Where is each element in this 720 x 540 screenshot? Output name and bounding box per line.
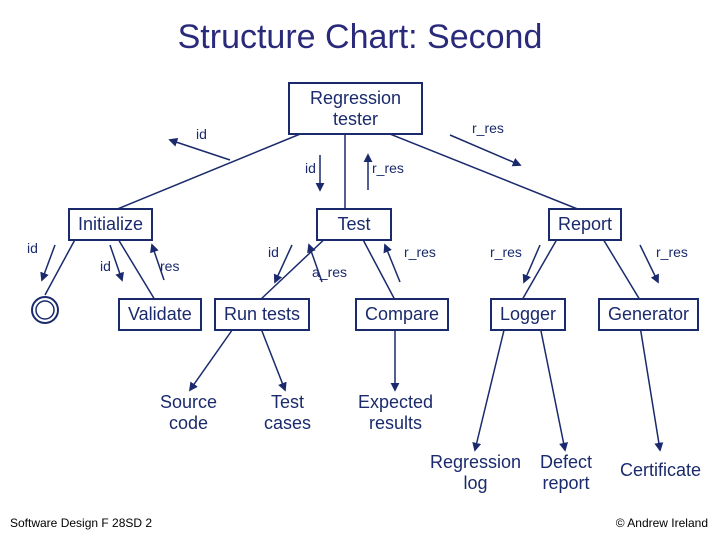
label-id-2: id [305,160,316,176]
box-compare: Compare [355,298,449,331]
box-generator: Generator [598,298,699,331]
text-regression-log: Regression log [430,452,521,494]
box-report: Report [548,208,622,241]
footer-right: © Andrew Ireland [616,516,708,530]
label-res-1: res [160,258,179,274]
label-id-1: id [196,126,207,142]
label-rres-4: r_res [490,244,522,260]
box-regression-tester: Regression tester [288,82,423,135]
label-rres-3: r_res [404,244,436,260]
label-rres-5: r_res [656,244,688,260]
label-rres-1: r_res [372,160,404,176]
text-test-cases: Test cases [264,392,311,434]
box-run-tests: Run tests [214,298,310,331]
label-id-4: id [100,258,111,274]
label-ares: a_res [312,264,347,280]
label-id-5: id [268,244,279,260]
text-source-code: Source code [160,392,217,434]
text-defect-report: Defect report [540,452,592,494]
box-initialize: Initialize [68,208,153,241]
text-expected-results: Expected results [358,392,433,434]
box-logger: Logger [490,298,566,331]
label-rres-2: r_res [472,120,504,136]
text-certificate: Certificate [620,460,701,481]
box-test: Test [316,208,392,241]
footer-left: Software Design F 28SD 2 [10,516,152,530]
page-title: Structure Chart: Second [0,18,720,57]
box-validate: Validate [118,298,202,331]
label-id-3: id [27,240,38,256]
